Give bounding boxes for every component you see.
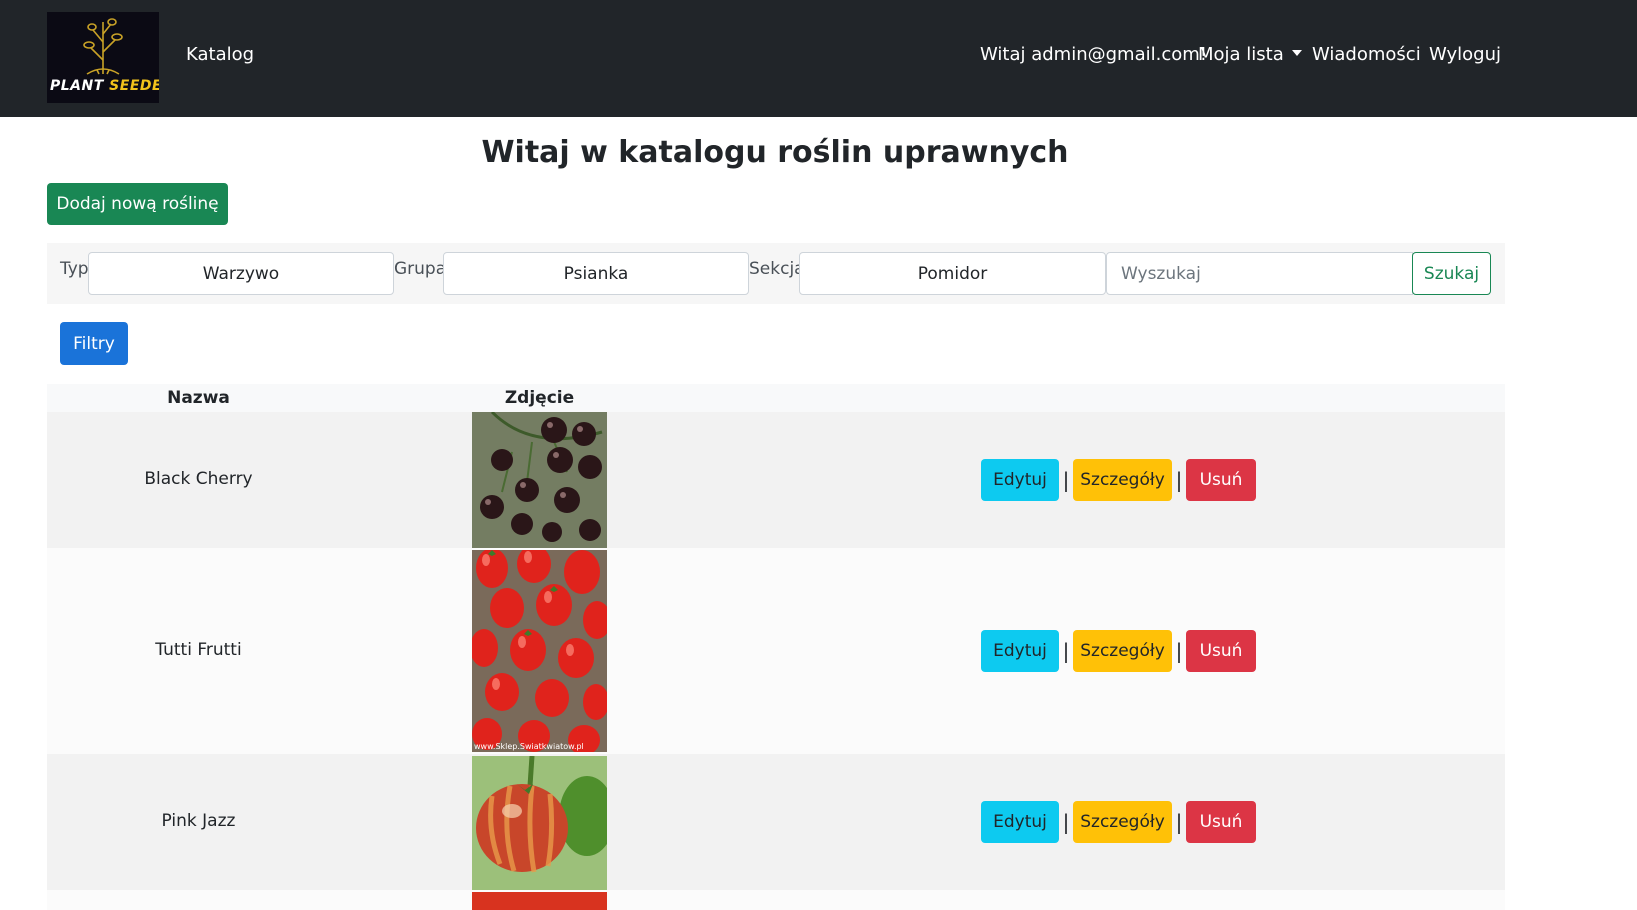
nav-my-list-dropdown[interactable]: Moja lista	[1198, 44, 1302, 65]
nav-logout[interactable]: Wyloguj	[1429, 44, 1501, 65]
edit-button[interactable]: Edytuj	[981, 459, 1059, 501]
table-row: Tutti Frutti www.Sklep.Swiatkwiatow.pl E…	[47, 548, 1505, 754]
section-label: Sekcja	[749, 259, 805, 279]
row-actions: Edytuj | Szczegóły | Usuń	[981, 459, 1256, 501]
separator: |	[1062, 810, 1070, 834]
plant-name: Black Cherry	[144, 469, 253, 489]
group-select[interactable]: Psianka	[443, 252, 749, 295]
type-label: Typ	[60, 259, 89, 279]
separator: |	[1175, 639, 1183, 663]
filters-button[interactable]: Filtry	[60, 322, 128, 365]
separator: |	[1062, 639, 1070, 663]
row-actions: Edytuj | Szczegóły | Usuń	[981, 630, 1256, 672]
plant-seeder-logo[interactable]: PLANT SEEDER	[47, 12, 159, 103]
search-button[interactable]: Szukaj	[1412, 252, 1491, 295]
nav-messages[interactable]: Wiadomości	[1312, 44, 1421, 65]
separator: |	[1175, 468, 1183, 492]
details-button[interactable]: Szczegóły	[1073, 630, 1172, 672]
plant-name: Tutti Frutti	[155, 640, 242, 660]
table-row: Black Cherry Edytuj | Szczegóły | Usuń	[47, 412, 1505, 548]
add-plant-button[interactable]: Dodaj nową roślinę	[47, 183, 228, 225]
col-header-name: Nazwa	[167, 388, 230, 408]
table-row: Pink Jazz Edytuj | Szczegóły | Usuń	[47, 754, 1505, 890]
nav-greeting[interactable]: Witaj admin@gmail.com!	[980, 44, 1207, 65]
delete-button[interactable]: Usuń	[1186, 630, 1256, 672]
section-select[interactable]: Pomidor	[799, 252, 1106, 295]
dark-cherry-tomatoes-photo	[472, 412, 607, 548]
separator: |	[1062, 468, 1070, 492]
separator: |	[1175, 810, 1183, 834]
type-select[interactable]: Warzywo	[88, 252, 394, 295]
edit-button[interactable]: Edytuj	[981, 801, 1059, 843]
page-title: Witaj w katalogu roślin uprawnych	[481, 135, 1069, 170]
photo-watermark: www.Sklep.Swiatkwiatow.pl	[474, 742, 584, 751]
plants-table: Nazwa Zdjęcie Black Cherry Edytuj | Szcz…	[47, 384, 1505, 910]
group-label: Grupa	[394, 259, 447, 279]
details-button[interactable]: Szczegóły	[1073, 801, 1172, 843]
nav-my-list-label: Moja lista	[1198, 44, 1284, 65]
col-header-photo: Zdjęcie	[504, 388, 575, 408]
red-plum-tomatoes-photo: www.Sklep.Swiatkwiatow.pl	[472, 550, 607, 752]
row-actions: Edytuj | Szczegóły | Usuń	[981, 801, 1256, 843]
striped-tomato-photo	[472, 756, 607, 890]
table-header: Nazwa Zdjęcie	[47, 384, 1505, 412]
delete-button[interactable]: Usuń	[1186, 459, 1256, 501]
top-navbar: PLANT SEEDER Katalog Witaj admin@gmail.c…	[0, 0, 1637, 117]
tomato-photo	[472, 892, 607, 910]
search-input[interactable]: Wyszukaj	[1106, 252, 1413, 295]
details-button[interactable]: Szczegóły	[1073, 459, 1172, 501]
nav-katalog[interactable]: Katalog	[186, 44, 254, 65]
plant-icon	[83, 18, 123, 75]
table-row	[47, 890, 1505, 910]
chevron-down-icon	[1291, 50, 1302, 56]
plant-name: Pink Jazz	[161, 811, 236, 831]
logo-text: PLANT SEEDER	[50, 78, 159, 94]
edit-button[interactable]: Edytuj	[981, 630, 1059, 672]
delete-button[interactable]: Usuń	[1186, 801, 1256, 843]
